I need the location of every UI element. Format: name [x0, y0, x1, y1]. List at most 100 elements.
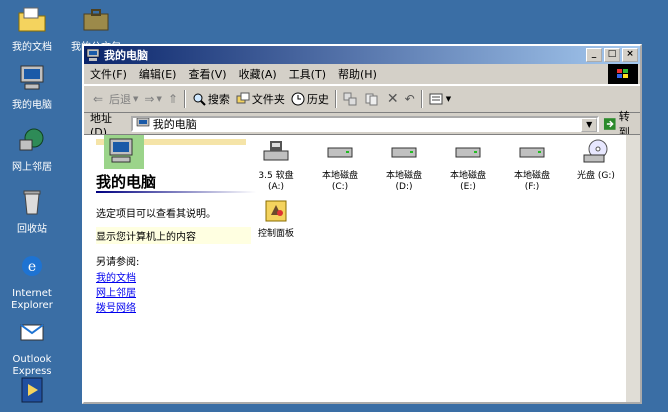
- move-to-icon: [343, 92, 357, 106]
- drive-letter: (F:): [524, 182, 540, 192]
- undo-button[interactable]: ↶: [402, 89, 418, 109]
- briefcase-icon: [83, 9, 109, 31]
- go-arrow-icon: [604, 118, 616, 130]
- computer-icon: [86, 49, 100, 61]
- menu-view[interactable]: 查看(V): [182, 66, 232, 82]
- hard-disk-icon: [519, 147, 545, 158]
- desktop-icon-outlook-express[interactable]: Outlook Express: [0, 316, 64, 378]
- drive-letter: (E:): [460, 182, 476, 192]
- menu-edit[interactable]: 编辑(E): [133, 66, 183, 82]
- link-dialup-networking[interactable]: 拨号网络: [96, 299, 136, 314]
- move-to-button[interactable]: [340, 89, 362, 109]
- drive-cdrom-g[interactable]: 光盘 (G:): [564, 139, 628, 182]
- vertical-scrollbar[interactable]: [626, 135, 640, 402]
- desktop-icon-recycle-bin[interactable]: 回收站: [0, 186, 64, 236]
- menu-file[interactable]: 文件(F): [84, 66, 133, 82]
- undo-icon: ↶: [404, 92, 415, 106]
- address-value: 我的电脑: [152, 118, 197, 131]
- drive-label: 本地磁盘: [385, 171, 422, 181]
- see-also-label: 另请参阅:: [96, 257, 140, 268]
- up-button[interactable]: ⇑: [165, 89, 181, 109]
- computer-icon: [136, 118, 150, 127]
- drive-label: 光盘 (G:): [577, 171, 615, 181]
- address-dropdown-button[interactable]: ▼: [581, 118, 598, 132]
- drive-letter: (A:): [267, 182, 285, 192]
- drive-label: 3.5 软盘: [258, 171, 294, 181]
- history-button[interactable]: 历史: [288, 89, 332, 109]
- pane-description: 选定项目可以查看其说明。: [96, 209, 216, 220]
- copy-to-button[interactable]: [362, 89, 384, 109]
- pane-title-underline: [96, 191, 256, 193]
- outlook-express-icon: [20, 324, 44, 341]
- media-player-icon: [21, 377, 43, 403]
- desktop-icon-my-documents[interactable]: 我的文档: [0, 4, 64, 54]
- hard-disk-icon: [455, 147, 481, 158]
- computer-banner-icon: [96, 135, 246, 169]
- address-input[interactable]: 我的电脑 ▼: [130, 116, 600, 132]
- pane-title: 我的电脑: [96, 173, 157, 191]
- drive-floppy-a[interactable]: 3.5 软盘 (A:): [244, 139, 308, 193]
- history-label: 历史: [306, 93, 329, 106]
- hard-disk-icon: [327, 147, 353, 158]
- drive-label: 本地磁盘: [321, 171, 358, 181]
- desktop-icon-network[interactable]: 网上邻居: [0, 124, 64, 174]
- drive-local-d[interactable]: 本地磁盘 (D:): [372, 139, 436, 193]
- drive-letter: (C:): [331, 182, 349, 192]
- menu-tools[interactable]: 工具(T): [283, 66, 332, 82]
- link-network-places[interactable]: 网上邻居: [96, 284, 136, 299]
- drive-local-c[interactable]: 本地磁盘 (C:): [308, 139, 372, 193]
- control-panel-item[interactable]: 控制面板: [244, 197, 308, 240]
- desktop-icon-label: 我的电脑: [12, 100, 52, 111]
- folders-button[interactable]: 文件夹: [233, 89, 288, 109]
- address-bar: 地址(D) 我的电脑 ▼ 转到: [84, 110, 640, 139]
- drive-label: 本地磁盘: [513, 171, 550, 181]
- my-computer-window: 我的电脑 _ □ × 文件(F) 编辑(E) 查看(V) 收藏(A) 工具(T)…: [82, 44, 642, 404]
- menu-help[interactable]: 帮助(H): [332, 66, 383, 82]
- toolbar-separator: [420, 90, 423, 108]
- minimize-button[interactable]: _: [586, 48, 602, 62]
- delete-icon: ✕: [386, 91, 399, 107]
- chevron-down-icon: ▼: [156, 95, 162, 103]
- toolbar-separator: [183, 90, 186, 108]
- close-button[interactable]: ×: [622, 48, 638, 62]
- toolbar: ⇐ 后退 ▼ ⇒ ▼ ⇑ 搜索 文件夹 历史 ✕ ↶ ▼: [84, 85, 640, 113]
- internet-explorer-icon: e: [22, 256, 42, 276]
- title-bar[interactable]: 我的电脑 _ □ ×: [84, 46, 640, 64]
- desktop-icon-label: 网上邻居: [12, 162, 52, 173]
- back-button[interactable]: ⇐ 后退 ▼: [90, 89, 141, 109]
- desktop-icon-internet-explorer[interactable]: e Internet Explorer: [0, 250, 64, 312]
- desktop-icon-label: 我的文档: [12, 42, 52, 53]
- views-icon: [429, 93, 443, 105]
- desktop-icon-my-computer[interactable]: 我的电脑: [0, 62, 64, 112]
- control-panel-icon: [265, 200, 287, 222]
- desktop-icon-label: Internet Explorer: [11, 288, 53, 311]
- menu-favorites[interactable]: 收藏(A): [233, 66, 283, 82]
- drive-local-f[interactable]: 本地磁盘 (F:): [500, 139, 564, 193]
- forward-arrow-icon: ⇒: [144, 92, 155, 106]
- delete-button[interactable]: ✕: [384, 89, 402, 109]
- floppy-drive-icon: [263, 141, 289, 161]
- svg-text:e: e: [28, 259, 36, 275]
- recycle-bin-icon: [23, 190, 41, 215]
- search-button[interactable]: 搜索: [189, 89, 233, 109]
- chevron-down-icon: ▼: [133, 95, 139, 103]
- cd-rom-icon: [583, 139, 608, 163]
- up-folder-icon: ⇑: [167, 92, 178, 106]
- drive-label: 本地磁盘: [449, 171, 486, 181]
- link-my-documents[interactable]: 我的文档: [96, 269, 136, 284]
- maximize-button[interactable]: □: [604, 48, 620, 62]
- desktop-icon-media[interactable]: [0, 374, 64, 412]
- views-button[interactable]: ▼: [426, 89, 454, 109]
- back-label: 后退: [109, 93, 131, 106]
- drive-local-e[interactable]: 本地磁盘 (E:): [436, 139, 500, 193]
- pane-hint: 显示您计算机上的内容: [96, 227, 251, 244]
- back-arrow-icon: ⇐: [93, 92, 104, 106]
- hard-disk-icon: [391, 147, 417, 158]
- forward-button[interactable]: ⇒ ▼: [141, 89, 164, 109]
- item-label: 控制面板: [257, 229, 294, 239]
- search-label: 搜索: [207, 93, 230, 106]
- search-icon: [193, 93, 206, 106]
- folders-icon: [236, 92, 250, 104]
- chevron-down-icon: ▼: [445, 95, 452, 103]
- network-icon: [19, 128, 44, 151]
